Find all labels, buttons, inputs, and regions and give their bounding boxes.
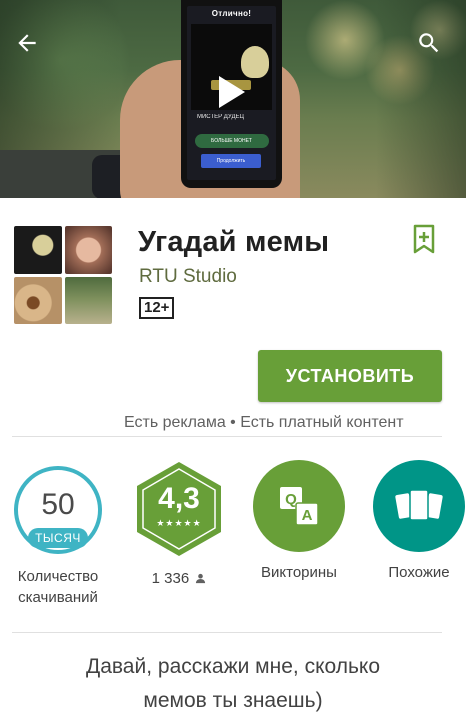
rating-stars: ★★★★★ (156, 518, 202, 528)
hero-phone-screen: Отлично! МИСТЕР ДУДЕЦ БОЛЬШЕ МОНЕТ Продо… (187, 6, 276, 180)
app-icon (14, 226, 112, 324)
category-badge: Q A (253, 460, 345, 552)
svg-text:A: A (302, 507, 313, 524)
hero-phone: Отлично! МИСТЕР ДУДЕЦ БОЛЬШЕ МОНЕТ Продо… (181, 0, 282, 188)
hero-video-banner[interactable]: Отлично! МИСТЕР ДУДЕЦ БОЛЬШЕ МОНЕТ Продо… (0, 0, 466, 198)
divider (12, 632, 442, 633)
skull-image (241, 46, 269, 78)
downloads-label: Количество скачиваний (8, 566, 108, 608)
person-icon (196, 573, 206, 584)
hero-phone-video (191, 24, 272, 110)
downloads-badge: 50 ТЫСЯЧ (14, 466, 102, 554)
quiz-qa-icon: Q A (280, 487, 319, 526)
similar-badge (373, 460, 465, 552)
developer-link[interactable]: RTU Studio (139, 266, 237, 288)
category-stat[interactable]: Q A Викторины (249, 460, 349, 583)
app-icon-tile-face (64, 226, 112, 274)
hero-phone-cta: Продолжить (201, 154, 261, 168)
similar-label: Похожие (388, 564, 450, 581)
install-button[interactable]: УСТАНОВИТЬ (258, 350, 442, 402)
app-icon-tile-doge (14, 276, 62, 324)
hero-phone-coins: БОЛЬШЕ МОНЕТ (195, 134, 269, 148)
rating-badge: 4,3 ★★★★★ (133, 460, 225, 558)
downloads-label-line2: скачиваний (18, 589, 98, 606)
search-icon (419, 33, 439, 53)
rating-stat[interactable]: 4,3 ★★★★★ 1 336 (129, 460, 229, 589)
divider (12, 436, 442, 437)
hero-phone-title: Отлично! (211, 9, 252, 18)
reviews-count-row: 1 336 (129, 568, 229, 589)
description-line2: мемов ты знаешь) (143, 689, 323, 712)
downloads-stat: 50 ТЫСЯЧ Количество скачиваний (8, 460, 108, 608)
age-rating-badge: 12+ (139, 297, 175, 319)
arrow-left-icon (18, 34, 36, 52)
hero-phone-label: МИСТЕР ДУДЕЦ (197, 114, 244, 120)
search-button[interactable] (414, 28, 444, 58)
app-icon-tile-field (64, 276, 112, 324)
downloads-unit: ТЫСЯЧ (28, 528, 88, 548)
downloads-number: 50 (41, 488, 75, 521)
app-icon-tile-skull (14, 226, 62, 274)
rating-value: 4,3 (158, 482, 200, 515)
downloads-label-line1: Количество (17, 568, 99, 585)
category-label: Викторины (261, 564, 337, 581)
similar-stat[interactable]: Похожие (369, 460, 466, 583)
app-title: Угадай мемы (138, 226, 330, 258)
app-description[interactable]: Давай, расскажи мне, сколько мемов ты зн… (20, 650, 446, 718)
description-line1: Давай, расскажи мне, сколько (85, 655, 381, 678)
ads-note: Есть реклама • Есть платный контент (124, 414, 404, 431)
back-button[interactable] (12, 28, 42, 58)
cards-icon (395, 489, 443, 521)
reviews-count: 1 336 (151, 570, 190, 587)
bookmark-add-icon (413, 224, 435, 254)
wishlist-button[interactable] (412, 224, 436, 254)
play-icon[interactable] (219, 76, 245, 108)
